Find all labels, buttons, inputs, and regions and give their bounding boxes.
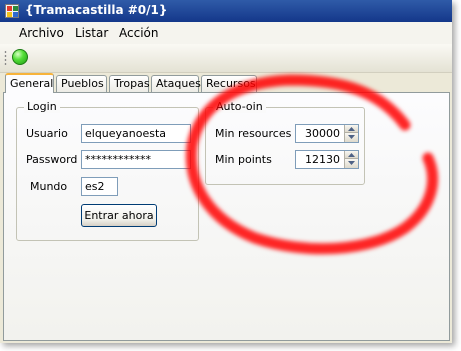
main-window: {Tramacastilla #0/1} Archivo Listar Acci… (0, 0, 452, 343)
login-groupbox: Login Usuario Password Mundo Entrar ahor… (16, 100, 199, 241)
toolbar-grip[interactable] (4, 50, 7, 66)
spin-down-icon[interactable] (344, 159, 358, 168)
app-icon (5, 4, 19, 18)
menu-archivo[interactable]: Archivo (19, 26, 64, 40)
login-legend: Login (24, 100, 60, 113)
usuario-input[interactable] (81, 124, 191, 143)
menu-bar: Archivo Listar Acción (0, 22, 452, 44)
spin-down-icon[interactable] (344, 133, 358, 142)
tab-pueblos[interactable]: Pueblos (56, 75, 107, 92)
mundo-input[interactable] (81, 177, 118, 196)
tab-tropas[interactable]: Tropas (109, 75, 150, 92)
min-resources-stepper[interactable]: 30000 (295, 124, 359, 143)
title-bar[interactable]: {Tramacastilla #0/1} (0, 0, 452, 22)
mundo-label: Mundo (30, 180, 68, 193)
general-tab-panel: Login Usuario Password Mundo Entrar ahor… (3, 92, 450, 341)
usuario-label: Usuario (26, 127, 68, 140)
autojoin-legend: Auto-oin (213, 100, 266, 113)
spin-up-icon[interactable] (344, 125, 358, 133)
tab-strip: General Pueblos Tropas Ataques Recursos (0, 73, 452, 93)
min-points-value: 12130 (305, 153, 340, 166)
password-label: Password (26, 153, 78, 166)
menu-listar[interactable]: Listar (75, 26, 108, 40)
spin-up-icon[interactable] (344, 151, 358, 159)
autojoin-groupbox: Auto-oin Min resources 30000 Min points … (205, 100, 365, 185)
toolbar (0, 44, 452, 73)
min-resources-value: 30000 (305, 127, 340, 140)
tab-ataques[interactable]: Ataques (151, 75, 201, 92)
min-resources-label: Min resources (215, 127, 292, 140)
password-input[interactable] (81, 150, 191, 169)
tab-recursos[interactable]: Recursos (201, 75, 257, 92)
window-title: {Tramacastilla #0/1} (25, 3, 168, 17)
menu-accion[interactable]: Acción (119, 26, 158, 40)
tab-general[interactable]: General (5, 73, 54, 93)
min-points-stepper[interactable]: 12130 (295, 150, 359, 169)
green-light-icon[interactable] (12, 49, 28, 65)
entrar-ahora-button[interactable]: Entrar ahora (81, 204, 157, 227)
min-points-label: Min points (215, 153, 272, 166)
